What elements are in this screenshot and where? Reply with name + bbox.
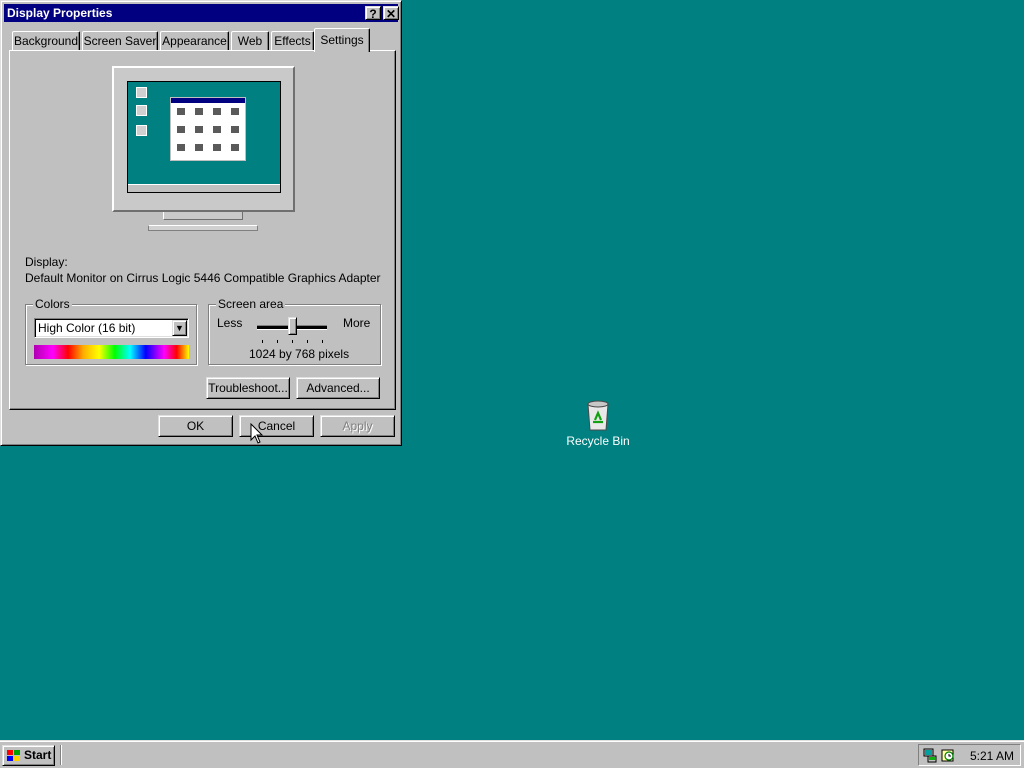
color-spectrum-bar [34, 345, 189, 359]
screen-area-group: Screen area Less More 1024 by 768 pixels [208, 297, 381, 365]
mouse-cursor-icon [250, 423, 264, 444]
mini-window-item [213, 108, 221, 115]
mini-window-item [177, 126, 185, 133]
close-icon[interactable]: ✕ [383, 6, 399, 21]
tab-background[interactable]: Background [12, 31, 80, 50]
tab-settings[interactable]: Settings [314, 28, 370, 52]
mini-desktop-icon [136, 105, 147, 116]
colors-group: Colors High Color (16 bit) ▼ [25, 297, 197, 365]
mini-window-item [213, 144, 221, 151]
slider-less-label: Less [217, 316, 243, 330]
network-icon[interactable] [922, 747, 938, 763]
colors-select-value: High Color (16 bit) [38, 321, 136, 335]
mini-window-title [171, 98, 245, 103]
mini-desktop-icon [136, 125, 147, 136]
screen-area-value: 1024 by 768 pixels [249, 347, 350, 361]
question-mark-icon[interactable]: ? [365, 6, 381, 21]
monitor-preview [112, 66, 295, 212]
slider-tick [262, 340, 263, 343]
troubleshoot-button[interactable]: Troubleshoot... [206, 377, 290, 399]
clock[interactable]: 5:21 AM [970, 749, 1014, 763]
scheduler-icon[interactable] [940, 747, 956, 763]
mini-window-item [231, 144, 239, 151]
display-label: Display: [25, 255, 68, 269]
mini-window-item [195, 126, 203, 133]
start-label: Start [24, 748, 52, 762]
apply-button[interactable]: Apply [320, 415, 395, 437]
monitor-neck [163, 212, 243, 220]
taskbar: Start 5:21 AM [0, 740, 1024, 768]
mini-window-item [231, 126, 239, 133]
mini-taskbar [128, 184, 280, 192]
dialog-title: Display Properties [7, 6, 113, 20]
slider-tick [292, 340, 293, 343]
colors-select[interactable]: High Color (16 bit) ▼ [34, 318, 189, 338]
slider-tick [322, 340, 323, 343]
start-button[interactable]: Start [2, 745, 55, 766]
colors-group-title: Colors [33, 297, 72, 311]
advanced-button[interactable]: Advanced... [296, 377, 380, 399]
mini-window-item [177, 144, 185, 151]
screen-area-group-title: Screen area [216, 297, 286, 311]
mini-window-item [195, 144, 203, 151]
windows-logo-icon [7, 750, 20, 761]
display-device-text: Default Monitor on Cirrus Logic 5446 Com… [25, 271, 381, 285]
tab-web[interactable]: Web [231, 31, 269, 50]
mini-window [170, 97, 246, 161]
display-properties-dialog: Display Properties ? ✕ Background Screen… [0, 0, 402, 446]
recycle-bin-label: Recycle Bin [566, 434, 630, 448]
tab-appearance[interactable]: Appearance [160, 31, 229, 50]
monitor-base [148, 225, 258, 231]
mini-window-item [213, 126, 221, 133]
title-bar[interactable]: Display Properties ? ✕ [4, 4, 399, 22]
ok-button[interactable]: OK [158, 415, 233, 437]
slider-tick [277, 340, 278, 343]
mini-window-item [231, 108, 239, 115]
slider-more-label: More [343, 316, 371, 330]
recycle-bin-desktop-icon[interactable]: Recycle Bin [562, 398, 634, 454]
monitor-preview-screen [127, 81, 281, 193]
mini-window-item [195, 108, 203, 115]
tab-screen-saver[interactable]: Screen Saver [82, 31, 158, 50]
slider-tick [307, 340, 308, 343]
screen-area-slider-thumb[interactable] [288, 317, 297, 335]
mini-window-item [177, 108, 185, 115]
taskbar-divider [60, 745, 62, 765]
recycle-bin-icon [587, 400, 609, 431]
system-tray: 5:21 AM [918, 744, 1021, 766]
mini-desktop-icon [136, 87, 147, 98]
tab-effects[interactable]: Effects [271, 31, 314, 50]
chevron-down-icon[interactable]: ▼ [172, 320, 187, 336]
settings-panel: Display: Default Monitor on Cirrus Logic… [9, 50, 396, 410]
